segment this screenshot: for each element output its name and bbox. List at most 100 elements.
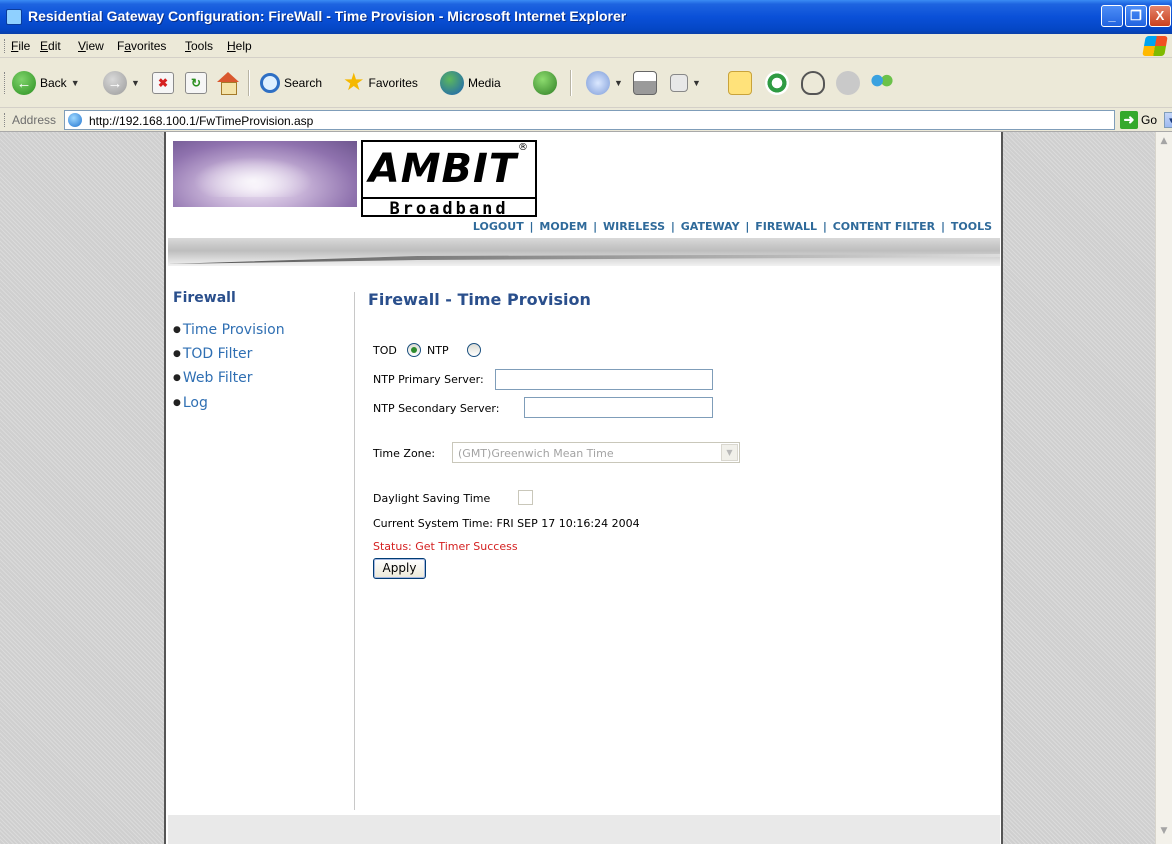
scroll-down-icon[interactable]: ▼	[1158, 826, 1170, 840]
page-content: AMBIT ® Broadband LOGOUT | MODEM | WIREL…	[168, 132, 1000, 844]
back-button[interactable]: ← Back ▼	[12, 70, 80, 96]
go-button[interactable]: ➜ Go	[1120, 110, 1157, 130]
ntp-primary-label: NTP Primary Server:	[373, 373, 484, 386]
status-message: Status: Get Timer Success	[373, 540, 518, 553]
address-dropdown-icon[interactable]: ▼	[1164, 112, 1172, 128]
address-bar-grip[interactable]	[4, 113, 7, 127]
media-label: Media	[468, 76, 501, 90]
column-divider	[354, 292, 355, 810]
logo-ambit-text: AMBIT	[368, 146, 518, 192]
minimize-button[interactable]: _	[1101, 5, 1123, 27]
chevron-down-icon[interactable]: ▼	[721, 444, 738, 461]
discuss-button[interactable]	[728, 70, 752, 96]
globe-banner-image	[173, 141, 357, 207]
nav-modem[interactable]: MODEM	[539, 220, 587, 233]
menu-edit[interactable]: Edit	[40, 39, 61, 53]
bullet-icon: ●	[173, 325, 181, 335]
sidebar-item-label: Web Filter	[182, 370, 253, 386]
timezone-value: (GMT)Greenwich Mean Time	[458, 447, 614, 460]
ntp-secondary-input[interactable]	[524, 397, 713, 418]
mail-button[interactable]: ▼	[586, 70, 623, 96]
address-url[interactable]: http://192.168.100.1/FwTimeProvision.asp	[89, 114, 313, 128]
menu-favorites[interactable]: Favorites	[117, 39, 166, 53]
window-title-bar[interactable]: Residential Gateway Configuration: FireW…	[0, 0, 1172, 34]
chat-button[interactable]	[836, 70, 860, 96]
stop-icon: ✖	[152, 72, 174, 94]
address-input[interactable]: http://192.168.100.1/FwTimeProvision.asp…	[64, 110, 1172, 130]
favorites-button[interactable]: ★ Favorites	[343, 70, 418, 96]
nav-logout[interactable]: LOGOUT	[473, 220, 524, 233]
print-icon	[633, 71, 657, 95]
timezone-select[interactable]: (GMT)Greenwich Mean Time ▼	[452, 442, 740, 463]
discuss-icon	[728, 71, 752, 95]
toolbar-grip[interactable]	[4, 72, 7, 94]
stop-button[interactable]: ✖	[152, 70, 174, 96]
favorites-label: Favorites	[368, 76, 418, 90]
page-background-left	[0, 132, 166, 844]
refresh-icon: ↻	[185, 72, 207, 94]
nav-gateway[interactable]: GATEWAY	[681, 220, 740, 233]
menu-view[interactable]: View	[78, 39, 104, 53]
ie-page-icon	[68, 113, 82, 127]
dst-label: Daylight Saving Time	[373, 492, 491, 505]
maximize-button[interactable]: ❐	[1125, 5, 1147, 27]
address-label: Address	[12, 113, 57, 127]
forward-icon: →	[103, 71, 127, 95]
go-arrow-icon: ➜	[1120, 111, 1138, 129]
nav-tools[interactable]: TOOLS	[951, 220, 992, 233]
menu-help[interactable]: Help	[227, 39, 252, 53]
window-title: Residential Gateway Configuration: FireW…	[28, 8, 627, 24]
ntp-label: NTP	[427, 344, 449, 357]
sidebar-item-log[interactable]: ● Log	[173, 395, 208, 411]
ambit-logo: AMBIT ® Broadband	[361, 140, 537, 219]
logo-broadband-text: Broadband	[363, 197, 535, 219]
tod-radio[interactable]	[407, 343, 421, 357]
ie-app-icon[interactable]	[6, 9, 22, 25]
mail-dropdown-icon[interactable]: ▼	[614, 78, 623, 88]
search-button[interactable]: Search	[260, 70, 322, 96]
edit-dropdown-icon[interactable]: ▼	[692, 78, 701, 88]
toolbar-separator	[248, 70, 250, 96]
scroll-up-icon[interactable]: ▲	[1158, 136, 1170, 150]
logo-registered-mark: ®	[518, 142, 528, 153]
ntp-primary-input[interactable]	[495, 369, 713, 390]
sidebar-item-time-provision[interactable]: ● Time Provision	[173, 322, 285, 338]
menu-tools[interactable]: Tools	[185, 39, 213, 53]
mail-icon	[586, 71, 610, 95]
contacts-button[interactable]	[870, 70, 894, 96]
back-dropdown-icon[interactable]: ▼	[71, 78, 80, 88]
apply-button[interactable]: Apply	[373, 558, 426, 579]
nav-content-filter[interactable]: CONTENT FILTER	[833, 220, 935, 233]
forward-button[interactable]: → ▼	[103, 70, 140, 96]
home-button[interactable]	[216, 70, 240, 96]
sidebar-item-web-filter[interactable]: ● Web Filter	[173, 370, 253, 386]
refresh-button[interactable]: ↻	[185, 70, 207, 96]
go-label: Go	[1141, 113, 1158, 127]
menu-bar-grip[interactable]	[4, 39, 7, 53]
messenger-button[interactable]	[765, 70, 789, 96]
forward-dropdown-icon[interactable]: ▼	[131, 78, 140, 88]
ntp-secondary-label: NTP Secondary Server:	[373, 402, 500, 415]
sidebar-item-tod-filter[interactable]: ● TOD Filter	[173, 346, 252, 362]
ntp-radio[interactable]	[467, 343, 481, 357]
back-icon: ←	[12, 71, 36, 95]
research-button[interactable]	[801, 70, 825, 96]
page-background-right	[1001, 132, 1155, 844]
messenger-icon	[765, 71, 789, 95]
print-button[interactable]	[633, 70, 657, 96]
bullet-icon: ●	[173, 398, 181, 408]
vertical-scrollbar[interactable]: ▲ ▼	[1155, 132, 1172, 844]
media-icon	[440, 71, 464, 95]
home-icon	[216, 72, 240, 95]
browser-viewport: AMBIT ® Broadband LOGOUT | MODEM | WIREL…	[0, 132, 1172, 844]
dst-checkbox[interactable]	[518, 490, 533, 505]
close-button[interactable]: X	[1149, 5, 1171, 27]
menu-file[interactable]: File	[11, 39, 30, 53]
edit-button[interactable]: ▼	[670, 70, 701, 96]
media-button[interactable]: Media	[440, 70, 501, 96]
menu-bar: File Edit View Favorites Tools Help	[0, 34, 1172, 58]
history-button[interactable]	[533, 70, 557, 96]
timezone-label: Time Zone:	[373, 447, 436, 460]
nav-wireless[interactable]: WIRELESS	[603, 220, 665, 233]
nav-firewall[interactable]: FIREWALL	[755, 220, 817, 233]
